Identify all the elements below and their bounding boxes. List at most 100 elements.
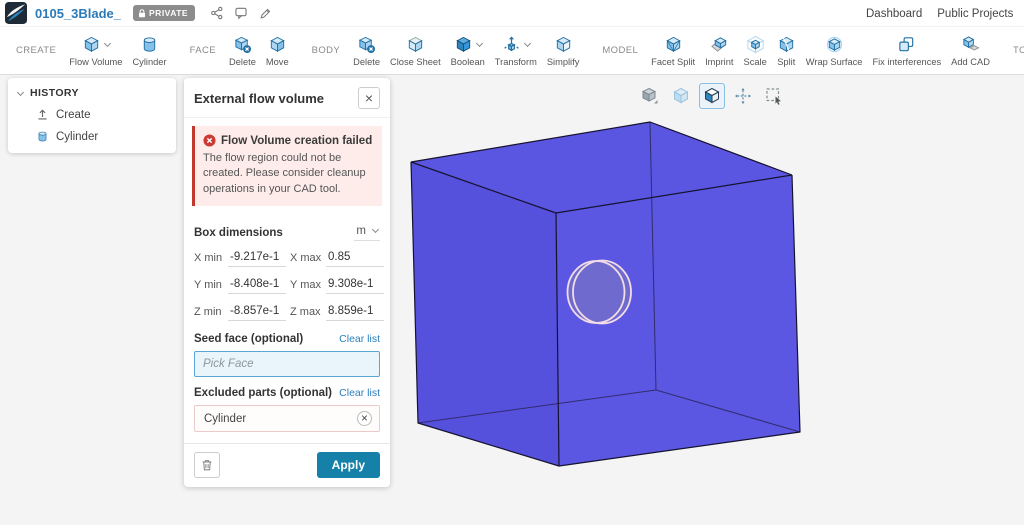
toolbar-group-tools: TOOLS Gaps Interferences: [1005, 27, 1024, 74]
toolbar-group-create: CREATE Flow Volume Cylinder: [8, 27, 172, 74]
viewport[interactable]: HISTORY Create Cylinder External flow vo…: [0, 75, 1024, 525]
toolbar-group-body: BODY Delete Close Sheet Boolean Transfor…: [304, 27, 585, 74]
toolbar-face-move-button[interactable]: Move: [261, 27, 294, 74]
top-nav: Dashboard Public Projects Forum: [866, 0, 1024, 27]
project-title[interactable]: 0105_3Blade_: [35, 6, 121, 21]
comment-icon: [235, 7, 247, 20]
split-icon: [779, 36, 794, 53]
chevron-down-icon[interactable]: [103, 39, 111, 47]
excluded-parts-row: Excluded parts (optional) Clear list: [194, 387, 380, 399]
simscale-logo-icon: [5, 2, 27, 24]
select-volume-cube-icon: [704, 87, 720, 104]
apply-button[interactable]: Apply: [316, 452, 380, 479]
z-min-field[interactable]: -8.857e-1: [228, 305, 286, 322]
nav-public-projects[interactable]: Public Projects: [937, 8, 1013, 20]
toolbar-item-label: Delete: [353, 56, 381, 67]
remove-chip-button[interactable]: ×: [357, 411, 372, 427]
dialog-header: External flow volume ×: [184, 78, 390, 118]
delete-face-icon: [234, 36, 251, 54]
group-label-create: CREATE: [16, 45, 57, 56]
box-select-button[interactable]: [761, 83, 787, 109]
toolbar-item-label: Split: [777, 56, 796, 67]
toolbar-item-label: Move: [265, 56, 289, 67]
nav-dashboard[interactable]: Dashboard: [866, 8, 922, 20]
rename-button[interactable]: [254, 4, 276, 22]
toolbar-facet-split-button[interactable]: Facet Split: [646, 27, 700, 74]
toolbar-add-cad-button[interactable]: Add CAD: [946, 27, 995, 74]
toolbar-body-delete-button[interactable]: Delete: [348, 27, 385, 74]
close-icon: ×: [364, 90, 374, 106]
z-max-label: Z max: [290, 306, 321, 319]
toolbar-imprint-button[interactable]: Imprint: [700, 27, 738, 74]
toolbar-cylinder-button[interactable]: Cylinder: [127, 27, 171, 74]
toolbar-group-model: MODEL Facet Split Imprint Scale Split Wr…: [594, 27, 995, 74]
error-title-row: Flow Volume creation failed: [203, 134, 374, 147]
group-label-model: MODEL: [602, 45, 639, 56]
imprint-icon: [710, 37, 727, 52]
transform-icon: [504, 36, 519, 52]
seed-face-input[interactable]: Pick Face: [194, 351, 380, 378]
toolbar-item-label: Add CAD: [951, 56, 990, 67]
toolbar-boolean-button[interactable]: Boolean: [446, 27, 490, 74]
seed-face-clear-link[interactable]: Clear list: [339, 333, 380, 345]
history-header[interactable]: HISTORY: [16, 87, 166, 99]
toolbar-fix-interferences-button[interactable]: Fix interferences: [867, 27, 946, 74]
toolbar-split-button[interactable]: Split: [772, 27, 801, 74]
solid-cube-icon: [641, 87, 658, 104]
delete-operation-button[interactable]: [194, 452, 220, 479]
comments-button[interactable]: [230, 4, 252, 22]
move-gizmo-icon: [735, 88, 751, 104]
toolbar-simplify-button[interactable]: Simplify: [542, 27, 585, 74]
privacy-badge[interactable]: PRIVATE: [133, 5, 196, 21]
toolbar-item-label: Cylinder: [132, 56, 167, 67]
z-max-field[interactable]: 8.859e-1: [326, 305, 384, 322]
toolbar-wrap-surface-button[interactable]: Wrap Surface: [801, 27, 868, 74]
error-icon: [203, 134, 216, 147]
share-button[interactable]: [206, 4, 228, 22]
toolbar-close-sheet-button[interactable]: Close Sheet: [385, 27, 446, 74]
move-face-icon: [270, 36, 285, 52]
remove-icon: ×: [361, 412, 368, 425]
group-label-face: FACE: [189, 45, 216, 56]
toolbar-group-face: FACE Delete Move: [182, 27, 294, 74]
chevron-down-icon[interactable]: [475, 39, 483, 47]
history-item-label: Create: [56, 108, 91, 121]
seed-face-row: Seed face (optional) Clear list: [194, 333, 380, 345]
toolbar-transform-button[interactable]: Transform: [490, 27, 542, 74]
toolbar-item-label: Simplify: [546, 56, 580, 67]
boolean-icon: [456, 36, 471, 52]
history-item-create[interactable]: Create: [36, 108, 166, 121]
history-item-cylinder[interactable]: Cylinder: [36, 130, 166, 143]
toolbar-flow-volume-button[interactable]: Flow Volume: [64, 27, 127, 74]
x-min-field[interactable]: -9.217e-1: [228, 251, 286, 268]
y-max-field[interactable]: 9.308e-1: [326, 278, 384, 295]
render-mode-button[interactable]: [637, 83, 663, 109]
privacy-badge-label: PRIVATE: [149, 8, 189, 18]
unit-select[interactable]: m: [354, 224, 380, 242]
cylinder-icon: [38, 131, 47, 142]
close-button[interactable]: ×: [358, 87, 380, 109]
error-body: The flow region could not be created. Pl…: [203, 152, 366, 195]
transparency-toggle-button[interactable]: [668, 83, 694, 109]
excluded-parts-label: Excluded parts (optional): [194, 387, 333, 400]
select-volume-button[interactable]: [699, 83, 725, 109]
lock-icon: [139, 8, 146, 17]
x-min-label: X min: [194, 252, 223, 265]
toolbar-face-delete-button[interactable]: Delete: [224, 27, 261, 74]
cylinder-body[interactable]: [566, 259, 632, 325]
edit-pencil-icon: [260, 8, 270, 19]
seed-face-label: Seed face (optional): [194, 333, 304, 346]
y-min-label: Y min: [194, 279, 222, 292]
x-max-field[interactable]: 0.85: [326, 251, 384, 268]
toolbar-item-label: Close Sheet: [390, 56, 441, 67]
flow-volume-cube-icon: [84, 36, 99, 52]
box-dimensions-row: Box dimensions m: [194, 224, 380, 242]
excluded-parts-clear-link[interactable]: Clear list: [339, 387, 380, 399]
y-min-field[interactable]: -8.408e-1: [228, 278, 286, 295]
toolbar-scale-button[interactable]: Scale: [739, 27, 772, 74]
wrap-surface-icon: [826, 36, 842, 53]
chevron-down-icon[interactable]: [523, 39, 531, 47]
dialog-title: External flow volume: [194, 90, 325, 106]
trash-icon: [202, 460, 212, 471]
move-gizmo-button[interactable]: [730, 83, 756, 109]
